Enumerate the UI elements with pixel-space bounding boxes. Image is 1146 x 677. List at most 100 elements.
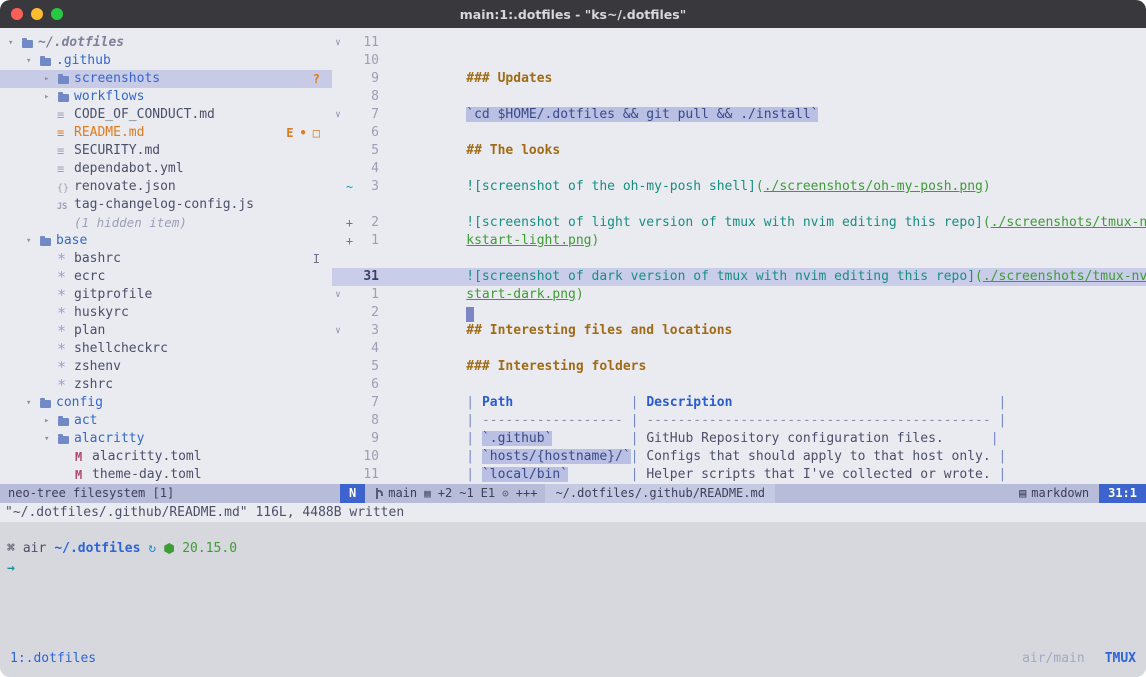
editor-line[interactable]: 6 | ------------------ | ---------------… [332, 376, 1146, 394]
cursor-position: 31:1 [1099, 484, 1146, 503]
tree-item[interactable]: ▾ config [0, 394, 332, 412]
titlebar: main:1:.dotfiles - "ks~/.dotfiles" [0, 0, 1146, 28]
fold-icon[interactable] [332, 412, 344, 430]
expander-icon[interactable]: ▾ [8, 34, 21, 52]
tree-item[interactable]: ▾ .github [0, 52, 332, 70]
editor-line[interactable]: 10 | `scripts` | Setup scripts. | [332, 448, 1146, 466]
fold-icon[interactable] [332, 160, 344, 178]
tree-item[interactable]: ▸ workflows [0, 88, 332, 106]
tree-item[interactable]: zshenv [0, 358, 332, 376]
editor-line[interactable]: ∨ 3 ### Interesting folders [332, 322, 1146, 340]
expander-icon[interactable]: ▸ [44, 88, 57, 106]
editor-line[interactable]: + 2 [332, 214, 1146, 232]
expander-icon[interactable]: ▾ [44, 430, 57, 448]
tree-item[interactable]: ▸ act [0, 412, 332, 430]
editor-line[interactable]: start-dark.png) [332, 250, 1146, 268]
fold-icon[interactable] [332, 268, 344, 286]
editor-line[interactable]: 31 [332, 268, 1146, 286]
fold-icon[interactable] [332, 232, 344, 250]
tree-item-label: (1 hidden item) [74, 214, 187, 232]
fullscreen-button[interactable] [51, 8, 63, 20]
tree-item[interactable]: theme-day.toml [0, 466, 332, 484]
fold-icon[interactable] [332, 304, 344, 322]
fold-icon[interactable] [332, 88, 344, 106]
editor-line[interactable]: 4 [332, 340, 1146, 358]
git-sign [344, 268, 355, 286]
tree-item[interactable]: gitprofile [0, 286, 332, 304]
fold-icon[interactable]: ∨ [332, 106, 344, 124]
fold-icon[interactable] [332, 466, 344, 484]
tree-item[interactable]: ▾ ~/.dotfiles [0, 34, 332, 52]
tree-item-label: workflows [74, 88, 144, 106]
tree-item[interactable]: bashrc I [0, 250, 332, 268]
fold-icon[interactable] [332, 394, 344, 412]
tree-item[interactable]: ecrc [0, 268, 332, 286]
editor-line[interactable]: ∨ 11 ### Updates [332, 34, 1146, 52]
tree-item[interactable]: README.md E•□ [0, 124, 332, 142]
expander-icon[interactable]: ▾ [26, 394, 39, 412]
editor-line[interactable]: ~ 3 ![screenshot of light version of tmu… [332, 178, 1146, 196]
tree-item[interactable]: ▾ alacritty [0, 430, 332, 448]
editor-line[interactable]: 10 [332, 52, 1146, 70]
fold-icon[interactable] [332, 52, 344, 70]
tree-item[interactable]: ▸ screenshots ? [0, 70, 332, 88]
editor-line[interactable]: 2 [332, 304, 1146, 322]
expander-icon[interactable]: ▸ [44, 70, 57, 88]
fold-icon[interactable] [332, 340, 344, 358]
fold-icon[interactable] [332, 448, 344, 466]
fold-icon[interactable]: ∨ [332, 34, 344, 52]
expander-icon[interactable]: ▾ [26, 52, 39, 70]
shell-input[interactable] [23, 561, 1146, 577]
tree-item[interactable]: CODE_OF_CONDUCT.md [0, 106, 332, 124]
editor-line[interactable]: 4 [332, 160, 1146, 178]
editor-line[interactable]: ∨ 7 ## The looks [332, 106, 1146, 124]
minimize-button[interactable] [31, 8, 43, 20]
tree-item[interactable]: renovate.json [0, 178, 332, 196]
tree-item[interactable]: dependabot.yml [0, 160, 332, 178]
fold-icon[interactable]: ∨ [332, 286, 344, 304]
editor-line[interactable]: 6 [332, 124, 1146, 142]
editor-line[interactable]: 7 | `.github` | GitHub Repository config… [332, 394, 1146, 412]
fold-icon[interactable] [332, 142, 344, 160]
tree-item[interactable]: zshrc [0, 376, 332, 394]
tmux-window-tab[interactable]: 1:.dotfiles [10, 649, 96, 669]
fold-icon[interactable] [332, 250, 344, 268]
editor-line[interactable]: 5 | Path | Description | [332, 358, 1146, 376]
file-icon [57, 250, 74, 268]
shell-pane[interactable]: ⌘ air ~/.dotfiles ↻ 20.15.0 → 1:.dotfile… [0, 522, 1146, 677]
expander-icon[interactable]: ▸ [44, 412, 57, 430]
fold-icon[interactable] [332, 358, 344, 376]
tree-item[interactable]: huskyrc [0, 304, 332, 322]
git-sign [344, 466, 355, 484]
tree-item[interactable]: SECURITY.md [0, 142, 332, 160]
fold-icon[interactable] [332, 214, 344, 232]
fold-icon[interactable] [332, 430, 344, 448]
editor-line[interactable]: ∨ 1 ## Interesting files and locations [332, 286, 1146, 304]
tree-item[interactable]: (1 hidden item) [0, 214, 332, 232]
file-icon [75, 448, 92, 466]
editor-statusline: N main ▦ +2 ~1 E1 ⊙ +++ ~/.dotfiles/.git… [340, 484, 1146, 503]
tree-item[interactable]: shellcheckrc [0, 340, 332, 358]
editor-line[interactable]: 8 | `hosts/{hostname}/`| Configs that sh… [332, 412, 1146, 430]
editor-line[interactable]: 9 | `local/bin` | Helper scripts that I'… [332, 430, 1146, 448]
tree-item[interactable]: alacritty.toml [0, 448, 332, 466]
editor-line[interactable]: 8 [332, 88, 1146, 106]
tree-item[interactable]: tag-changelog-config.js [0, 196, 332, 214]
editor-line[interactable]: + 1 ![screenshot of dark version of tmux… [332, 232, 1146, 250]
fold-icon[interactable] [332, 70, 344, 88]
editor-line[interactable]: kstart-light.png) [332, 196, 1146, 214]
editor-buffer[interactable]: ∨ 11 ### Updates 10 [332, 28, 1146, 484]
close-button[interactable] [11, 8, 23, 20]
fold-icon[interactable]: ∨ [332, 322, 344, 340]
editor-line[interactable]: 11 [332, 466, 1146, 484]
fold-icon[interactable] [332, 124, 344, 142]
fold-icon[interactable] [332, 178, 344, 196]
tree-item[interactable]: ▾ base [0, 232, 332, 250]
tree-item[interactable]: plan [0, 322, 332, 340]
tree-item-label: bashrc [74, 250, 121, 268]
editor-line[interactable]: 9 `cd $HOME/.dotfiles && git pull && ./i… [332, 70, 1146, 88]
editor-line[interactable]: 5 ![screenshot of the oh-my-posh shell](… [332, 142, 1146, 160]
fold-icon[interactable] [332, 196, 344, 214]
expander-icon[interactable]: ▾ [26, 232, 39, 250]
fold-icon[interactable] [332, 376, 344, 394]
